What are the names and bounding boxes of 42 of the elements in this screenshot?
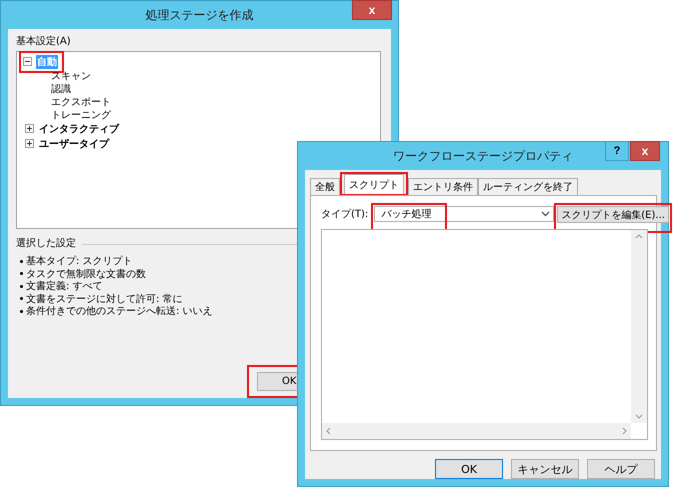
tab[interactable]: エントリ条件 xyxy=(408,178,478,195)
tree-item[interactable]: ユーザータイプ xyxy=(38,136,110,150)
scroll-right-icon[interactable] xyxy=(622,427,627,435)
help-button[interactable]: ? xyxy=(605,141,629,161)
field-label: タイプ(T): xyxy=(321,208,368,221)
edit-script-button[interactable]: スクリプトを編集(E)... xyxy=(557,206,669,223)
bullet-icon xyxy=(20,284,23,288)
type-dropdown[interactable]: バッチ処理 xyxy=(374,206,554,222)
window-title: ワークフローステージプロパティ xyxy=(393,148,573,164)
setting-text: タスクで無制限な文書の数 xyxy=(26,268,146,280)
dialog-button[interactable]: キャンセル xyxy=(511,459,579,479)
scroll-left-icon[interactable] xyxy=(326,427,331,435)
group-label: 選択した設定 xyxy=(16,237,76,251)
tree-item[interactable]: エクスポート xyxy=(51,94,111,108)
tab[interactable]: スクリプト xyxy=(344,174,404,194)
close-button[interactable]: x xyxy=(630,141,660,161)
bullet-icon xyxy=(20,297,23,300)
tab[interactable]: 全般 xyxy=(310,178,340,195)
expander-icon[interactable] xyxy=(25,124,34,133)
tab[interactable]: ルーティングを終了 xyxy=(478,178,578,195)
window-title: 処理ステージを作成 xyxy=(146,6,254,24)
setting-text: 文書をステージに対して許可: 常に xyxy=(26,292,183,306)
bullet-icon xyxy=(20,272,23,276)
tree-item[interactable]: インタラクティブ xyxy=(38,122,120,136)
tree-item[interactable]: 認識 xyxy=(51,82,71,96)
expander-icon[interactable] xyxy=(23,57,32,66)
setting-text: 文書定義: すべて xyxy=(26,280,103,294)
horizontal-scrollbar[interactable] xyxy=(322,423,631,439)
dialog-button[interactable]: ヘルプ xyxy=(587,459,655,479)
scroll-up-icon[interactable] xyxy=(635,234,643,239)
tree-item[interactable]: トレーニング xyxy=(51,108,111,122)
tree-item[interactable]: スキャン xyxy=(51,68,91,82)
setting-text: 基本タイプ: スクリプト xyxy=(26,254,133,268)
setting-text: 条件付きでの他のステージへ転送: いいえ xyxy=(26,305,213,318)
scroll-down-icon[interactable] xyxy=(635,414,643,419)
bullet-icon xyxy=(20,260,23,263)
dialog-button[interactable]: OK xyxy=(435,459,503,479)
bullet-icon xyxy=(20,310,23,313)
close-button[interactable]: x xyxy=(352,0,392,20)
vertical-scrollbar[interactable] xyxy=(631,230,647,423)
tree-label: 基本設定(A) xyxy=(16,35,72,49)
expander-icon[interactable] xyxy=(25,139,34,148)
